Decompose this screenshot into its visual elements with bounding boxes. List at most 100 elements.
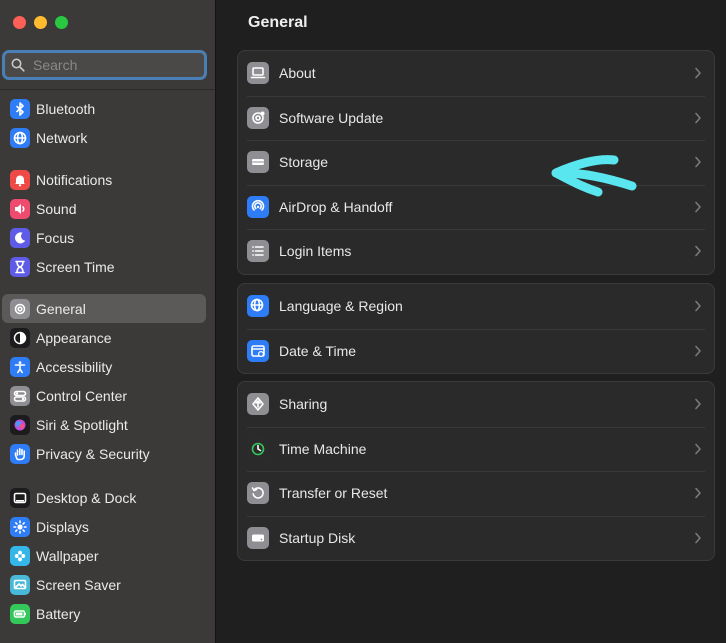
chevron-right-icon — [695, 487, 701, 499]
screensaver-icon — [10, 574, 30, 595]
flower-icon — [10, 545, 30, 566]
settings-row-label: Date & Time — [279, 342, 357, 359]
settings-row-sharing[interactable]: Sharing — [238, 382, 714, 427]
chevron-right-icon — [695, 398, 701, 410]
sidebar-item-control-center[interactable]: Control Center — [2, 381, 206, 410]
sidebar-item-label: Privacy & Security — [36, 445, 150, 462]
chevron-right-icon — [695, 300, 701, 312]
sidebar-item-privacy-security[interactable]: Privacy & Security — [2, 439, 206, 468]
minimize-button[interactable] — [34, 16, 47, 29]
sidebar-item-label: Wallpaper — [36, 547, 99, 564]
globe-icon — [10, 127, 30, 148]
speaker-icon — [10, 198, 30, 219]
settings-row-language-region[interactable]: Language & Region — [238, 284, 714, 329]
sidebar-group: General Appearance Accessibility Control Ce… — [0, 294, 216, 468]
settings-row-startup-disk[interactable]: Startup Disk — [238, 515, 714, 561]
settings-row-label: Transfer or Reset — [279, 485, 388, 502]
sidebar-item-focus[interactable]: Focus — [2, 223, 206, 252]
sidebar-item-label: Accessibility — [36, 358, 113, 375]
sidebar-item-label: Appearance — [36, 329, 112, 346]
sidebar-item-screen-saver[interactable]: Screen Saver — [2, 570, 206, 599]
sidebar-item-label: General — [36, 300, 86, 317]
settings-row-label: Startup Disk — [279, 529, 356, 546]
settings-row-label: Time Machine — [279, 440, 367, 457]
settings-panel: Sharing Time Machine Transfer or Reset Star… — [237, 381, 715, 561]
sidebar-item-label: Desktop & Dock — [36, 489, 137, 506]
close-button[interactable] — [13, 16, 26, 29]
settings-row-label: Software Update — [279, 109, 384, 126]
sidebar-item-label: Sound — [36, 200, 77, 217]
sidebar: Bluetooth Network Notifications Sound Focus S… — [0, 0, 216, 643]
sun-icon — [10, 516, 30, 537]
settings-row-label: Sharing — [279, 396, 328, 413]
sidebar-item-displays[interactable]: Displays — [2, 512, 206, 541]
settings-row-label: AirDrop & Handoff — [279, 198, 393, 215]
siri-icon — [10, 414, 30, 435]
settings-row-transfer-or-reset[interactable]: Transfer or Reset — [238, 471, 714, 516]
sharing-icon — [247, 393, 269, 416]
settings-row-about[interactable]: About — [238, 51, 714, 96]
appearance-icon — [10, 327, 30, 348]
list-icon — [247, 240, 269, 263]
bluetooth-icon — [10, 98, 30, 119]
sidebar-item-screen-time[interactable]: Screen Time — [2, 252, 206, 281]
search-input[interactable] — [33, 57, 193, 73]
settings-row-software-update[interactable]: Software Update — [238, 95, 714, 141]
settings-panel: About Software Update Storage AirDrop & Han… — [237, 50, 715, 275]
settings-row-login-items[interactable]: Login Items — [238, 229, 714, 274]
sidebar-item-label: Screen Time — [36, 258, 115, 275]
chevron-right-icon — [695, 201, 701, 213]
sidebar-item-siri-spotlight[interactable]: Siri & Spotlight — [2, 410, 206, 439]
sidebar-item-general[interactable]: General — [2, 294, 206, 323]
dock-icon — [10, 487, 30, 508]
sidebar-item-notifications[interactable]: Notifications — [2, 165, 206, 194]
settings-row-label: Login Items — [279, 243, 352, 260]
disk-icon — [247, 526, 269, 549]
sidebar-item-network[interactable]: Network — [2, 123, 206, 152]
sidebar-item-battery[interactable]: Battery — [2, 599, 206, 628]
settings-row-label: About — [279, 65, 316, 82]
sidebar-item-label: Control Center — [36, 387, 128, 404]
drive-icon — [247, 151, 269, 174]
airdrop-icon — [247, 195, 269, 218]
sidebar-item-label: Bluetooth — [36, 100, 96, 117]
sidebar-item-accessibility[interactable]: Accessibility — [2, 352, 206, 381]
battery-icon — [10, 603, 30, 624]
sidebar-item-appearance[interactable]: Appearance — [2, 323, 206, 352]
search-field[interactable] — [2, 50, 207, 80]
settings-panel: Language & Region Date & Time — [237, 283, 715, 374]
settings-window: Bluetooth Network Notifications Sound Focus S… — [0, 0, 726, 643]
gear-badge-icon — [247, 106, 269, 129]
settings-row-label: Language & Region — [279, 298, 403, 315]
sidebar-item-wallpaper[interactable]: Wallpaper — [2, 541, 206, 570]
traffic-lights — [13, 16, 68, 29]
sidebar-item-label: Network — [36, 129, 88, 146]
hand-icon — [10, 443, 30, 464]
sidebar-item-sound[interactable]: Sound — [2, 194, 206, 223]
chevron-right-icon — [695, 67, 701, 79]
sidebar-group: Bluetooth Network — [0, 94, 216, 152]
toggles-icon — [10, 385, 30, 406]
calendar-clock-icon — [247, 339, 269, 362]
sidebar-item-label: Battery — [36, 605, 81, 622]
time-machine-icon — [247, 437, 269, 460]
search-icon — [11, 58, 25, 72]
sidebar-item-label: Notifications — [36, 171, 113, 188]
bell-icon — [10, 169, 30, 190]
settings-row-date-time[interactable]: Date & Time — [238, 328, 714, 374]
chevron-right-icon — [695, 112, 701, 124]
moon-icon — [10, 227, 30, 248]
gear-icon — [10, 298, 30, 319]
sidebar-item-bluetooth[interactable]: Bluetooth — [2, 94, 206, 123]
chevron-right-icon — [695, 156, 701, 168]
sidebar-item-desktop-dock[interactable]: Desktop & Dock — [2, 483, 206, 512]
chevron-right-icon — [695, 245, 701, 257]
sidebar-group: Desktop & Dock Displays Wallpaper Screen Sa… — [0, 483, 216, 628]
zoom-button[interactable] — [55, 16, 68, 29]
sidebar-item-label: Focus — [36, 229, 75, 246]
sidebar-group: Notifications Sound Focus Screen Time — [0, 165, 216, 281]
settings-row-airdrop-handoff[interactable]: AirDrop & Handoff — [238, 184, 714, 230]
settings-row-time-machine[interactable]: Time Machine — [238, 426, 714, 472]
sidebar-item-label: Displays — [36, 518, 89, 535]
settings-row-storage[interactable]: Storage — [238, 140, 714, 185]
